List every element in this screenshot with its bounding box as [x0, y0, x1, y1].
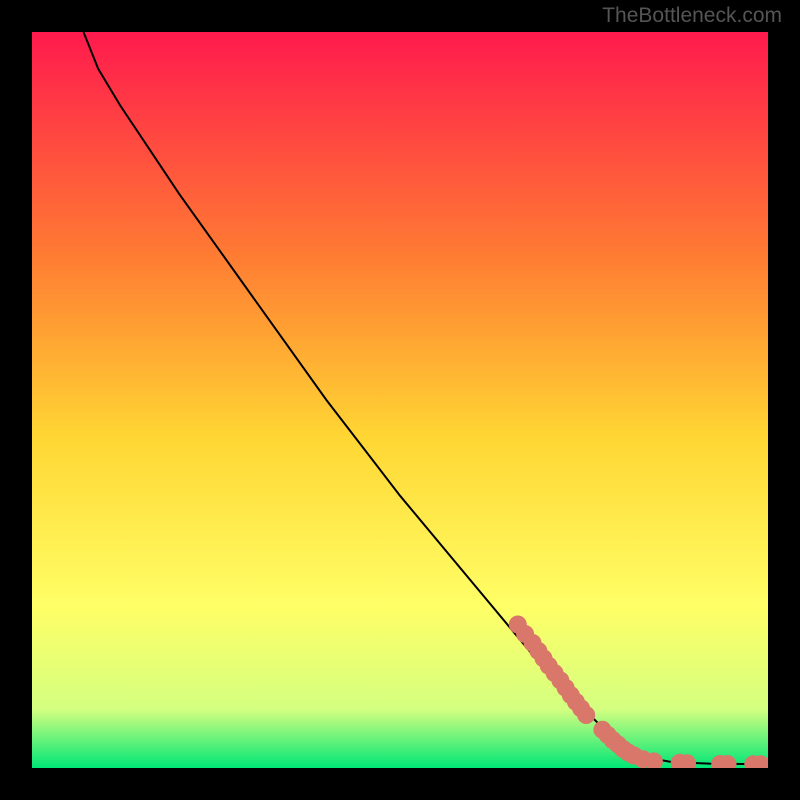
chart-container: TheBottleneck.com	[0, 0, 800, 800]
watermark-text: TheBottleneck.com	[602, 4, 782, 28]
plot-area	[32, 32, 768, 768]
gradient-background	[32, 32, 768, 768]
chart-svg	[32, 32, 768, 768]
scatter-point	[577, 706, 595, 724]
